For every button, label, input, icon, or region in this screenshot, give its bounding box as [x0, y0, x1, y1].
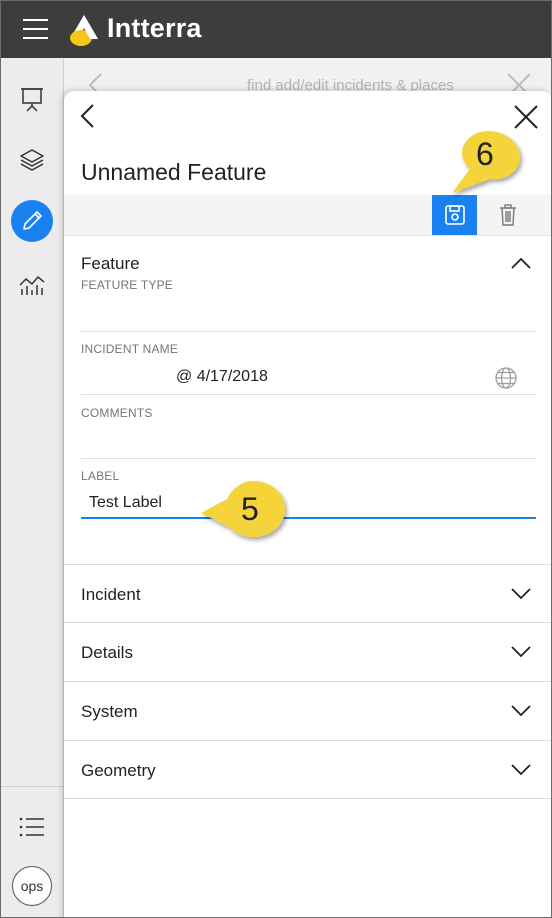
sidebar-item-presentation[interactable]	[11, 78, 53, 120]
feature-type-underline	[81, 331, 536, 332]
section-incident[interactable]: Incident	[64, 564, 551, 623]
sidebar-item-analytics[interactable]	[11, 263, 53, 305]
label-field-label: LABEL	[81, 469, 120, 483]
incident-name-label: INCIDENT NAME	[81, 342, 179, 356]
callout-number-5: 5	[241, 491, 259, 527]
incident-name-underline	[81, 394, 536, 395]
close-icon[interactable]	[512, 103, 540, 131]
sidebar-item-list[interactable]	[11, 806, 53, 848]
back-arrow-icon[interactable]	[78, 103, 98, 129]
incident-name-field[interactable]: @ 4/17/2018	[176, 368, 268, 386]
chevron-down-icon	[511, 646, 531, 658]
section-divider	[64, 798, 551, 799]
list-icon	[19, 817, 44, 837]
label-input[interactable]	[81, 489, 536, 519]
section-geometry-label: Geometry	[81, 761, 156, 780]
presentation-icon	[21, 88, 43, 112]
section-header-feature[interactable]: Feature	[81, 254, 140, 274]
save-icon	[444, 205, 465, 225]
section-geometry[interactable]: Geometry	[64, 740, 551, 799]
delete-button[interactable]	[488, 195, 528, 235]
feature-type-label: FEATURE TYPE	[81, 278, 173, 292]
trash-icon	[500, 204, 516, 226]
pencil-icon	[23, 211, 42, 230]
sidebar-item-layers[interactable]	[11, 139, 53, 181]
section-details-label: Details	[81, 643, 133, 662]
callout-number-6: 6	[476, 136, 494, 172]
ops-button[interactable]: ops	[12, 866, 52, 906]
section-system-label: System	[81, 702, 138, 721]
section-incident-label: Incident	[81, 585, 141, 604]
save-button[interactable]	[432, 195, 477, 235]
top-bar: Intterra	[1, 1, 551, 58]
layers-icon	[20, 149, 44, 171]
globe-icon[interactable]	[494, 366, 518, 390]
section-details[interactable]: Details	[64, 622, 551, 681]
app-frame: Intterra ops find add/edit incidents & p…	[0, 0, 552, 918]
comments-label: COMMENTS	[81, 406, 153, 420]
sidebar-divider	[1, 786, 63, 787]
analytics-icon	[19, 275, 45, 295]
brand-name: Intterra	[107, 13, 202, 43]
intterra-logo-icon	[70, 15, 98, 46]
section-system[interactable]: System	[64, 681, 551, 740]
hamburger-menu-icon[interactable]	[23, 19, 48, 39]
chevron-down-icon	[511, 764, 531, 776]
feature-toolbar	[64, 195, 551, 236]
sidebar-item-draw[interactable]	[11, 200, 53, 242]
chevron-down-icon	[511, 588, 531, 600]
chevron-down-icon	[511, 705, 531, 717]
edit-feature-panel: Unnamed Feature Feature FEATURE TYPE INC…	[64, 91, 551, 917]
chevron-up-icon[interactable]	[510, 256, 532, 270]
comments-underline	[81, 458, 536, 459]
page-title: Unnamed Feature	[81, 159, 267, 185]
sidebar: ops	[1, 58, 64, 917]
